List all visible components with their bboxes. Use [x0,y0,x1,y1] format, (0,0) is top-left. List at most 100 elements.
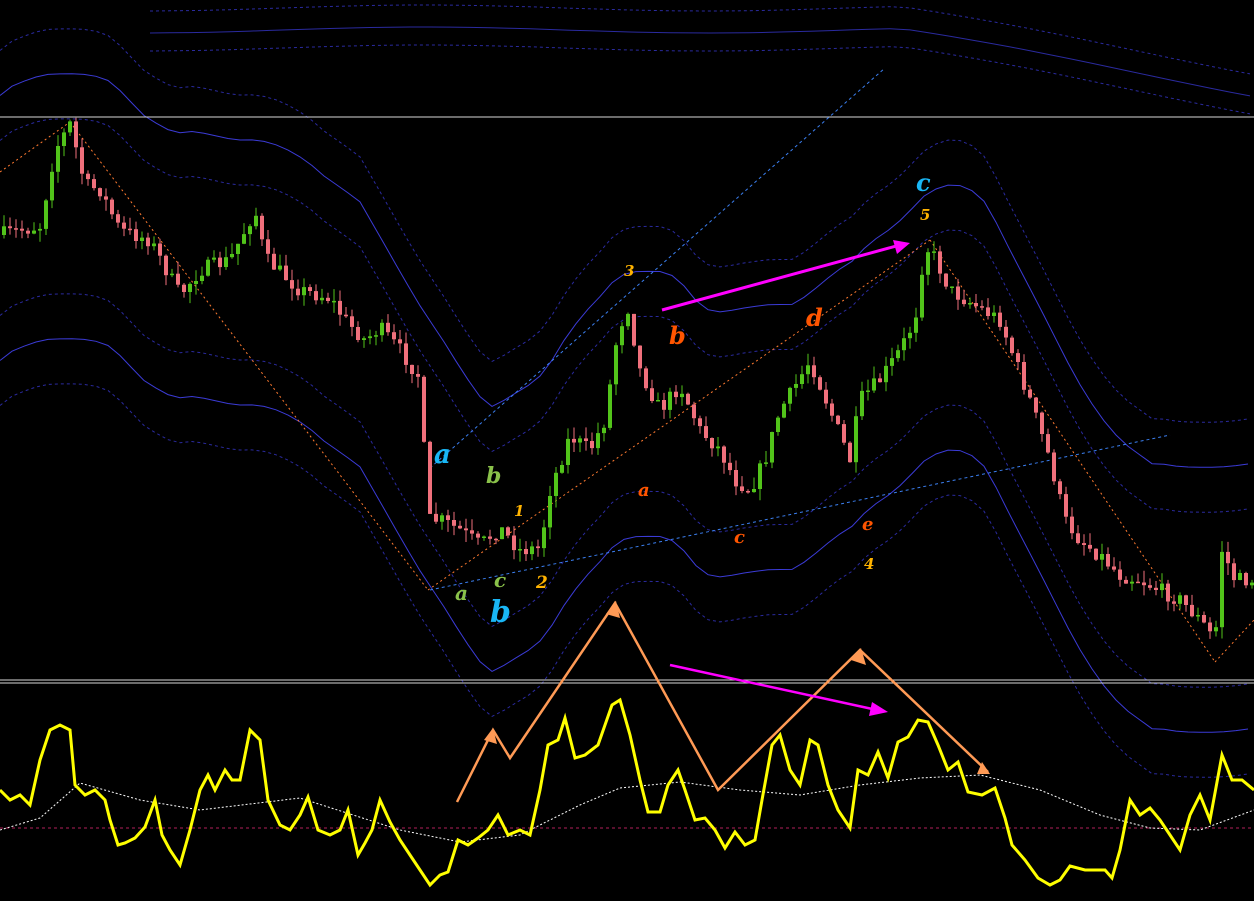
candle-body [1010,337,1014,354]
candle-body [344,314,348,317]
candle-body [392,332,396,340]
candle-body [302,287,306,296]
candle-body [452,520,456,526]
candle-body [860,390,864,417]
candle-body [104,196,108,200]
candle-body [1232,563,1236,581]
candle [1094,548,1098,561]
candle-body [68,121,72,133]
candle-body [914,317,918,333]
candle-body [440,515,444,522]
candle-body [662,400,666,410]
candle-body [980,306,984,308]
candle-body [680,393,684,398]
wave-label-cyan-c: c [916,168,931,197]
candle-body [368,336,372,339]
candle-body [746,491,750,493]
candle-body [182,284,186,292]
candle-body [986,307,990,316]
candle [836,414,840,426]
candle [818,375,822,391]
candle-body [266,239,270,254]
price-chart: a b c a b c a b c d e 1 2 3 4 5 [0,0,1254,897]
candle-body [896,350,900,359]
candle-body [296,288,300,296]
candle-body [890,358,894,366]
candle-body [464,528,468,531]
candle-body [560,465,564,473]
candle-body [758,463,762,489]
candle-body [434,513,438,522]
candle-body [470,530,474,534]
candle-body [968,303,972,305]
wave-label-orange-c: c [734,527,745,548]
candle-body [1238,573,1242,580]
candle-body [2,226,6,235]
wave-label-number-2: 2 [535,573,548,593]
candle [608,379,612,431]
candle-body [602,427,606,434]
candle-body [950,286,954,288]
candle-body [128,228,132,231]
candle-body [20,228,24,231]
candle-body [506,527,510,536]
candle-body [1154,587,1158,590]
candle-body [542,527,546,549]
candle-body [782,403,786,418]
candle-body [194,281,198,284]
candle-body [1130,581,1134,584]
candle-body [566,438,570,465]
wave-label-cyan-a: a [434,440,451,470]
candle-body [140,237,144,241]
candle-body [1004,326,1008,338]
candle-body [116,214,120,223]
candle [1052,449,1056,485]
candle-body [1016,353,1020,362]
candle-body [974,303,978,307]
candle-body [692,404,696,419]
candle-body [1046,434,1050,453]
candle-body [866,390,870,392]
candle-body [998,312,1002,327]
candle-body [716,446,720,449]
candle-body [488,536,492,539]
wave-label-green-a: a [455,581,468,605]
candle-body [584,438,588,441]
candle-body [1202,615,1206,623]
candle-body [824,389,828,404]
candle-body [1082,543,1086,545]
candle-body [788,387,792,404]
candle-body [650,388,654,401]
candle-body [152,243,156,247]
candle-body [878,378,882,383]
candle-body [110,199,114,215]
candle-body [698,418,702,427]
candle-body [50,171,54,201]
candle-body [410,364,414,374]
candle-body [1184,595,1188,605]
wave-label-orange-e: e [862,514,873,535]
candle-body [482,536,486,538]
wave-label-number-3: 3 [624,262,634,280]
candle-body [404,343,408,365]
candle-body [1034,397,1038,413]
candle-body [1112,566,1116,570]
candle [686,392,690,406]
candle-body [734,470,738,487]
candle-body [320,297,324,301]
candle-body [992,312,996,316]
candle-body [1244,573,1248,586]
candle-body [620,326,624,346]
candle-body [806,365,810,375]
candle-body [962,299,966,305]
candle-body [1028,389,1032,398]
candle-body [536,546,540,549]
candle-body [1064,494,1068,517]
wave-label-green-c: c [494,568,506,592]
wave-label-orange-a: a [638,480,650,501]
candle-body [512,535,516,551]
wave-label-number-4: 4 [864,555,874,573]
candle-body [932,251,936,253]
candle-body [638,345,642,369]
candle-body [554,472,558,496]
